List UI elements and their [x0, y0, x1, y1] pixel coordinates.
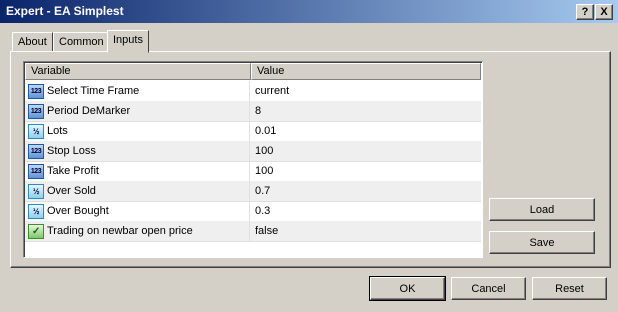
variable-label: Period DeMarker [47, 105, 131, 117]
table-row[interactable]: 123 Stop Loss 100 [25, 141, 481, 162]
help-button[interactable]: ? [576, 4, 594, 20]
int-icon: 123 [28, 164, 44, 179]
window-title: Expert - EA Simplest [6, 4, 124, 18]
table-row[interactable]: ½ Over Bought 0.3 [25, 201, 481, 222]
variable-label: Stop Loss [47, 145, 96, 157]
variable-cell[interactable]: 123 Period DeMarker [25, 101, 250, 121]
table-row[interactable]: ✓ Trading on newbar open price false [25, 221, 481, 242]
int-icon: 123 [28, 84, 44, 99]
double-icon: ½ [28, 204, 44, 219]
value-cell[interactable]: 0.3 [255, 201, 270, 221]
value-cell[interactable]: 0.7 [255, 181, 270, 201]
tab-common[interactable]: Common [53, 32, 110, 52]
header-value[interactable]: Value [251, 63, 481, 80]
inputs-grid[interactable]: Variable Value 123 Select Time Frame curre… [23, 61, 483, 258]
variable-cell[interactable]: ½ Over Bought [25, 201, 250, 221]
variable-cell[interactable]: ✓ Trading on newbar open price [25, 221, 250, 241]
table-row[interactable]: 123 Period DeMarker 8 [25, 101, 481, 122]
tab-inputs[interactable]: Inputs [107, 30, 149, 53]
variable-cell[interactable]: ½ Over Sold [25, 181, 250, 201]
reset-button[interactable]: Reset [532, 277, 607, 300]
grid-header: Variable Value [25, 63, 481, 80]
value-cell[interactable]: 8 [255, 101, 261, 121]
int-icon: 123 [28, 104, 44, 119]
double-icon: ½ [28, 184, 44, 199]
variable-label: Over Bought [47, 205, 109, 217]
variable-cell[interactable]: 123 Select Time Frame [25, 81, 250, 101]
variable-cell[interactable]: 123 Stop Loss [25, 141, 250, 161]
variable-label: Over Sold [47, 185, 96, 197]
header-variable[interactable]: Variable [25, 63, 251, 80]
value-cell[interactable]: 0.01 [255, 121, 276, 141]
table-row[interactable]: 123 Select Time Frame current [25, 81, 481, 102]
variable-label: Lots [47, 125, 68, 137]
variable-label: Take Profit [47, 165, 99, 177]
value-cell[interactable]: 100 [255, 141, 273, 161]
value-cell[interactable]: 100 [255, 161, 273, 181]
close-button[interactable]: X [595, 4, 613, 20]
variable-cell[interactable]: 123 Take Profit [25, 161, 250, 181]
ok-button[interactable]: OK [369, 276, 446, 301]
table-row[interactable]: 123 Take Profit 100 [25, 161, 481, 182]
table-row[interactable]: ½ Lots 0.01 [25, 121, 481, 142]
load-button[interactable]: Load [489, 198, 595, 221]
value-cell[interactable]: false [255, 221, 278, 241]
variable-label: Trading on newbar open price [47, 225, 193, 237]
title-bar: Expert - EA Simplest ? X [0, 0, 618, 23]
cancel-button[interactable]: Cancel [451, 277, 526, 300]
value-cell[interactable]: current [255, 81, 289, 101]
save-button[interactable]: Save [489, 231, 595, 254]
variable-cell[interactable]: ½ Lots [25, 121, 250, 141]
double-icon: ½ [28, 124, 44, 139]
table-row[interactable]: ½ Over Sold 0.7 [25, 181, 481, 202]
bool-icon: ✓ [28, 224, 44, 239]
int-icon: 123 [28, 144, 44, 159]
variable-label: Select Time Frame [47, 85, 140, 97]
tab-about[interactable]: About [12, 32, 53, 52]
